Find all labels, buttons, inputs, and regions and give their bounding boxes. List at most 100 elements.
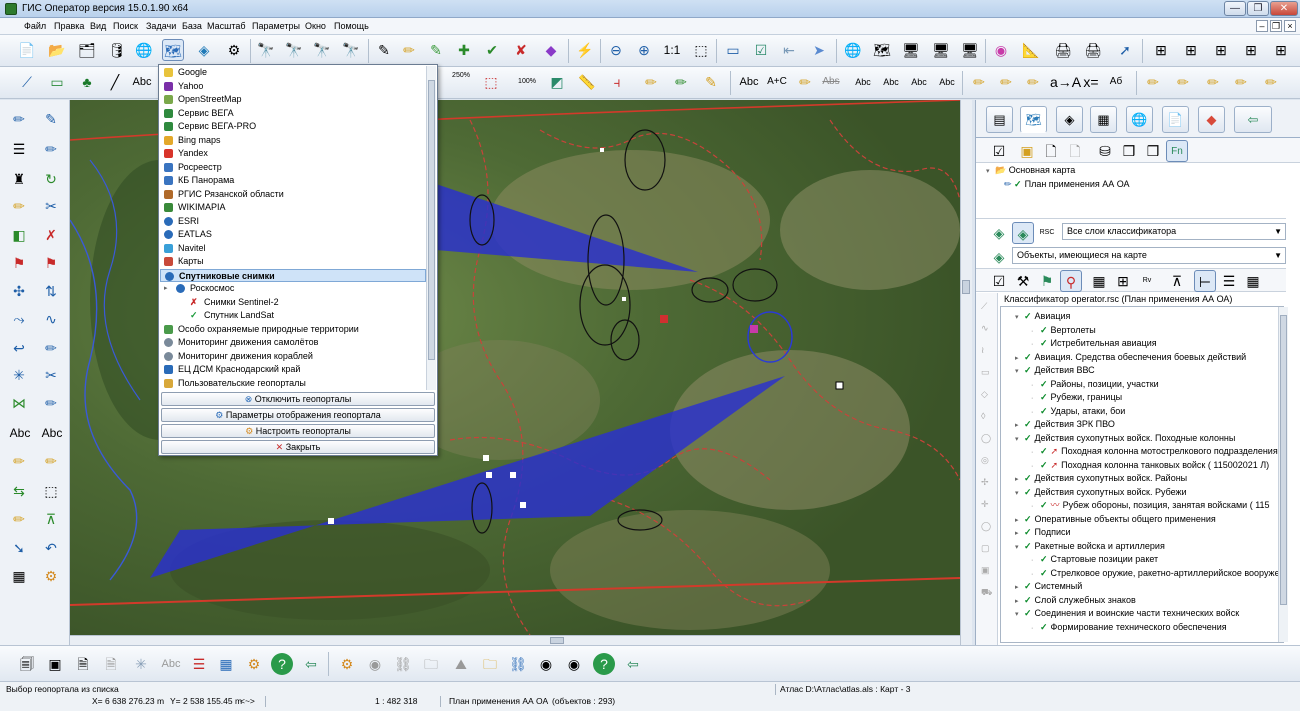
cross-tool-icon[interactable]: ✢ xyxy=(981,477,989,488)
delete-icon[interactable]: ✘ xyxy=(510,39,532,61)
classifier-rv-icon[interactable]: Rv xyxy=(1136,270,1158,292)
geoportal-item-yandex[interactable]: Yandex xyxy=(160,147,426,161)
classifier-node[interactable]: ▸ ✓ Подписи xyxy=(1015,526,1279,540)
expand-right-icon[interactable]: · xyxy=(1031,554,1040,567)
ring-tool-icon[interactable]: ◎ xyxy=(981,455,989,466)
check-icon[interactable]: ✓ xyxy=(1024,433,1032,443)
nodes-icon[interactable]: ✣ xyxy=(8,280,30,302)
zoom-frame-icon[interactable]: ⬚ xyxy=(690,39,712,61)
map-compare-icon[interactable]: 🖥 xyxy=(930,39,952,61)
tab-database[interactable]: ▦ xyxy=(1090,106,1117,133)
image-tool-icon[interactable]: ▣ xyxy=(981,565,990,576)
check-icon[interactable]: ✓ xyxy=(1024,473,1032,483)
binoculars-icon[interactable]: 🔭 xyxy=(255,39,277,61)
map-vertical-scrollbar[interactable] xyxy=(960,100,972,645)
doc-edit-icon[interactable]: 🗎 xyxy=(72,653,94,675)
plus-tool-icon[interactable]: ✛ xyxy=(981,499,989,510)
grid-tool-2-icon[interactable]: ⊞ xyxy=(1180,39,1202,61)
tab-globe[interactable]: 🌐 xyxy=(1126,106,1153,133)
move-node-icon[interactable]: ⇅ xyxy=(40,280,62,302)
classifier-flag-icon[interactable]: ⚑ xyxy=(1036,270,1058,292)
connect-icon[interactable]: ⛓ xyxy=(392,653,414,675)
formula-icon[interactable]: x= xyxy=(1080,71,1102,93)
expand-down-icon[interactable]: ▾ xyxy=(1015,433,1024,446)
rotate-icon[interactable]: ↻ xyxy=(40,168,62,190)
mdi-minimize-button[interactable]: – xyxy=(1256,20,1268,32)
tab-layers[interactable]: ▤ xyxy=(986,106,1013,133)
text-a-plus-c-button[interactable]: A+C xyxy=(764,71,790,93)
zoom-in-icon[interactable]: ⊕ xyxy=(633,39,655,61)
geoportal-item-sentinel[interactable]: ✗ Снимки Sentinel-2 xyxy=(160,296,426,310)
help-bottom-icon[interactable]: ? xyxy=(593,653,615,675)
geoportal-item-openstreetmap[interactable]: OpenStreetMap xyxy=(160,93,426,107)
menu-parameters[interactable]: Параметры xyxy=(252,21,300,31)
geoportal-item-rgis-ryazan[interactable]: РГИС Рязанской области xyxy=(160,188,426,202)
polyline-icon[interactable]: ⟋ xyxy=(16,71,38,93)
classifier-list-icon[interactable]: ☰ xyxy=(1218,270,1240,292)
geoportal-item-landsat[interactable]: ✓ Спутник LandSat xyxy=(160,309,426,323)
help-icon[interactable]: ? xyxy=(271,653,293,675)
diamond-tool-icon[interactable]: ◇ xyxy=(981,389,988,400)
open-folder-icon[interactable]: 📂 xyxy=(46,39,68,61)
geoportal-list-scrollbar[interactable] xyxy=(426,66,436,390)
close-window-button[interactable]: ✕ xyxy=(1270,1,1298,16)
text-minus-icon[interactable]: a→A xyxy=(1050,71,1081,93)
align-icon[interactable]: ⇆ xyxy=(8,480,30,502)
image-icon[interactable]: ▣ xyxy=(44,653,66,675)
geoportal-item-krasnodar[interactable]: ЕЦ ДСМ Краснодарский край xyxy=(160,363,426,377)
layers-icon[interactable]: ◈ xyxy=(193,39,215,61)
classifier-node[interactable]: ▸ ✓ Оперативные объекты общего применения xyxy=(1015,513,1279,527)
geoportal-item-roscosmos[interactable]: ▸ Роскосмос xyxy=(160,282,426,296)
pencil-tool-icon[interactable]: ✏ xyxy=(8,195,30,217)
classifier-node[interactable]: · ✓ Рубежи, границы xyxy=(1015,391,1279,405)
classifier-node[interactable]: · ✓ Истребительная авиация xyxy=(1015,337,1279,351)
geoportal-item-bing[interactable]: Bing maps xyxy=(160,134,426,148)
expand-right-icon[interactable]: · xyxy=(1031,446,1040,459)
pencil-edit-icon[interactable]: ✎ xyxy=(700,71,722,93)
check-icon[interactable]: ✓ xyxy=(1040,325,1048,335)
help-pointer-icon[interactable]: ➚ xyxy=(1114,39,1136,61)
menu-search[interactable]: Поиск xyxy=(113,21,138,31)
camera-icon[interactable]: ◉ xyxy=(364,653,386,675)
binoculars-next-icon[interactable]: 🔭 xyxy=(340,39,362,61)
frame-select-icon[interactable]: ⬚ xyxy=(40,480,62,502)
check-icon[interactable]: ✓ xyxy=(1024,581,1032,591)
menu-window[interactable]: Окно xyxy=(305,21,326,31)
scale-1-1-button[interactable]: 1:1 xyxy=(661,39,683,61)
network-share-icon[interactable]: ⛓ xyxy=(507,653,529,675)
layer-select-icon[interactable]: ◈ xyxy=(1012,222,1034,244)
check-icon[interactable]: ✓ xyxy=(1040,460,1048,470)
classifier-node[interactable]: ▾ ✓ Действия сухопутных войск. Походные ко… xyxy=(1015,432,1279,446)
zigzag-tool-icon[interactable]: ≀ xyxy=(981,345,984,356)
geoportal-item-eatlas[interactable]: EATLAS xyxy=(160,228,426,242)
grid-tool-3-icon[interactable]: ⊞ xyxy=(1210,39,1232,61)
edit-ok-icon[interactable]: ✔ xyxy=(481,39,503,61)
edit-check-icon[interactable]: ✎ xyxy=(425,39,447,61)
classifier-tool-icon[interactable]: ⚒ xyxy=(1012,270,1034,292)
classifier-node[interactable]: ▾ ✓ Действия ВВС xyxy=(1015,364,1279,378)
fn-icon[interactable]: Fn xyxy=(1166,140,1188,162)
print-icon[interactable]: 🖨 xyxy=(1052,39,1074,61)
classifier-node[interactable]: · ✓ Стартовые позиции ракет xyxy=(1015,553,1279,567)
cut-line-icon[interactable]: ⫞ xyxy=(606,71,628,93)
pencil-line-icon[interactable]: ✏ xyxy=(968,71,990,93)
pointer-icon[interactable]: ➤ xyxy=(808,39,830,61)
classifier-hierarchy-icon[interactable]: ⊼ xyxy=(1166,270,1188,292)
map-link-icon[interactable]: 🌐 xyxy=(842,39,864,61)
red-flag-icon[interactable]: ⚑ xyxy=(8,252,30,274)
classifier-node[interactable]: · ✓ Формирование технического обеспечения xyxy=(1015,621,1279,635)
pencil-ab-icon[interactable]: ✏ xyxy=(1230,71,1252,93)
arrow-tool-icon[interactable]: ➘ xyxy=(8,537,30,559)
measure-icon[interactable]: 📐 xyxy=(1020,39,1042,61)
menu-scale[interactable]: Масштаб xyxy=(207,21,246,31)
geoportal-item-vega-pro[interactable]: Сервис ВЕГА-PRO xyxy=(160,120,426,134)
classifier-node[interactable]: · ✓ 〰 Рубеж обороны, позиция, занятая войск… xyxy=(1015,499,1279,513)
pencil-m-icon[interactable]: ✏ xyxy=(1022,71,1044,93)
scissors-icon[interactable]: ✂ xyxy=(40,195,62,217)
text-abc-button[interactable]: Abc xyxy=(131,71,153,93)
maximize-button[interactable]: ❐ xyxy=(1247,1,1269,16)
camera-pair-icon[interactable]: ◉ xyxy=(535,653,557,675)
text-rotate-icon[interactable]: Abc xyxy=(880,71,902,93)
curve-icon[interactable]: ∿ xyxy=(40,308,62,330)
expand-right-icon[interactable]: ▸ xyxy=(1015,352,1024,365)
